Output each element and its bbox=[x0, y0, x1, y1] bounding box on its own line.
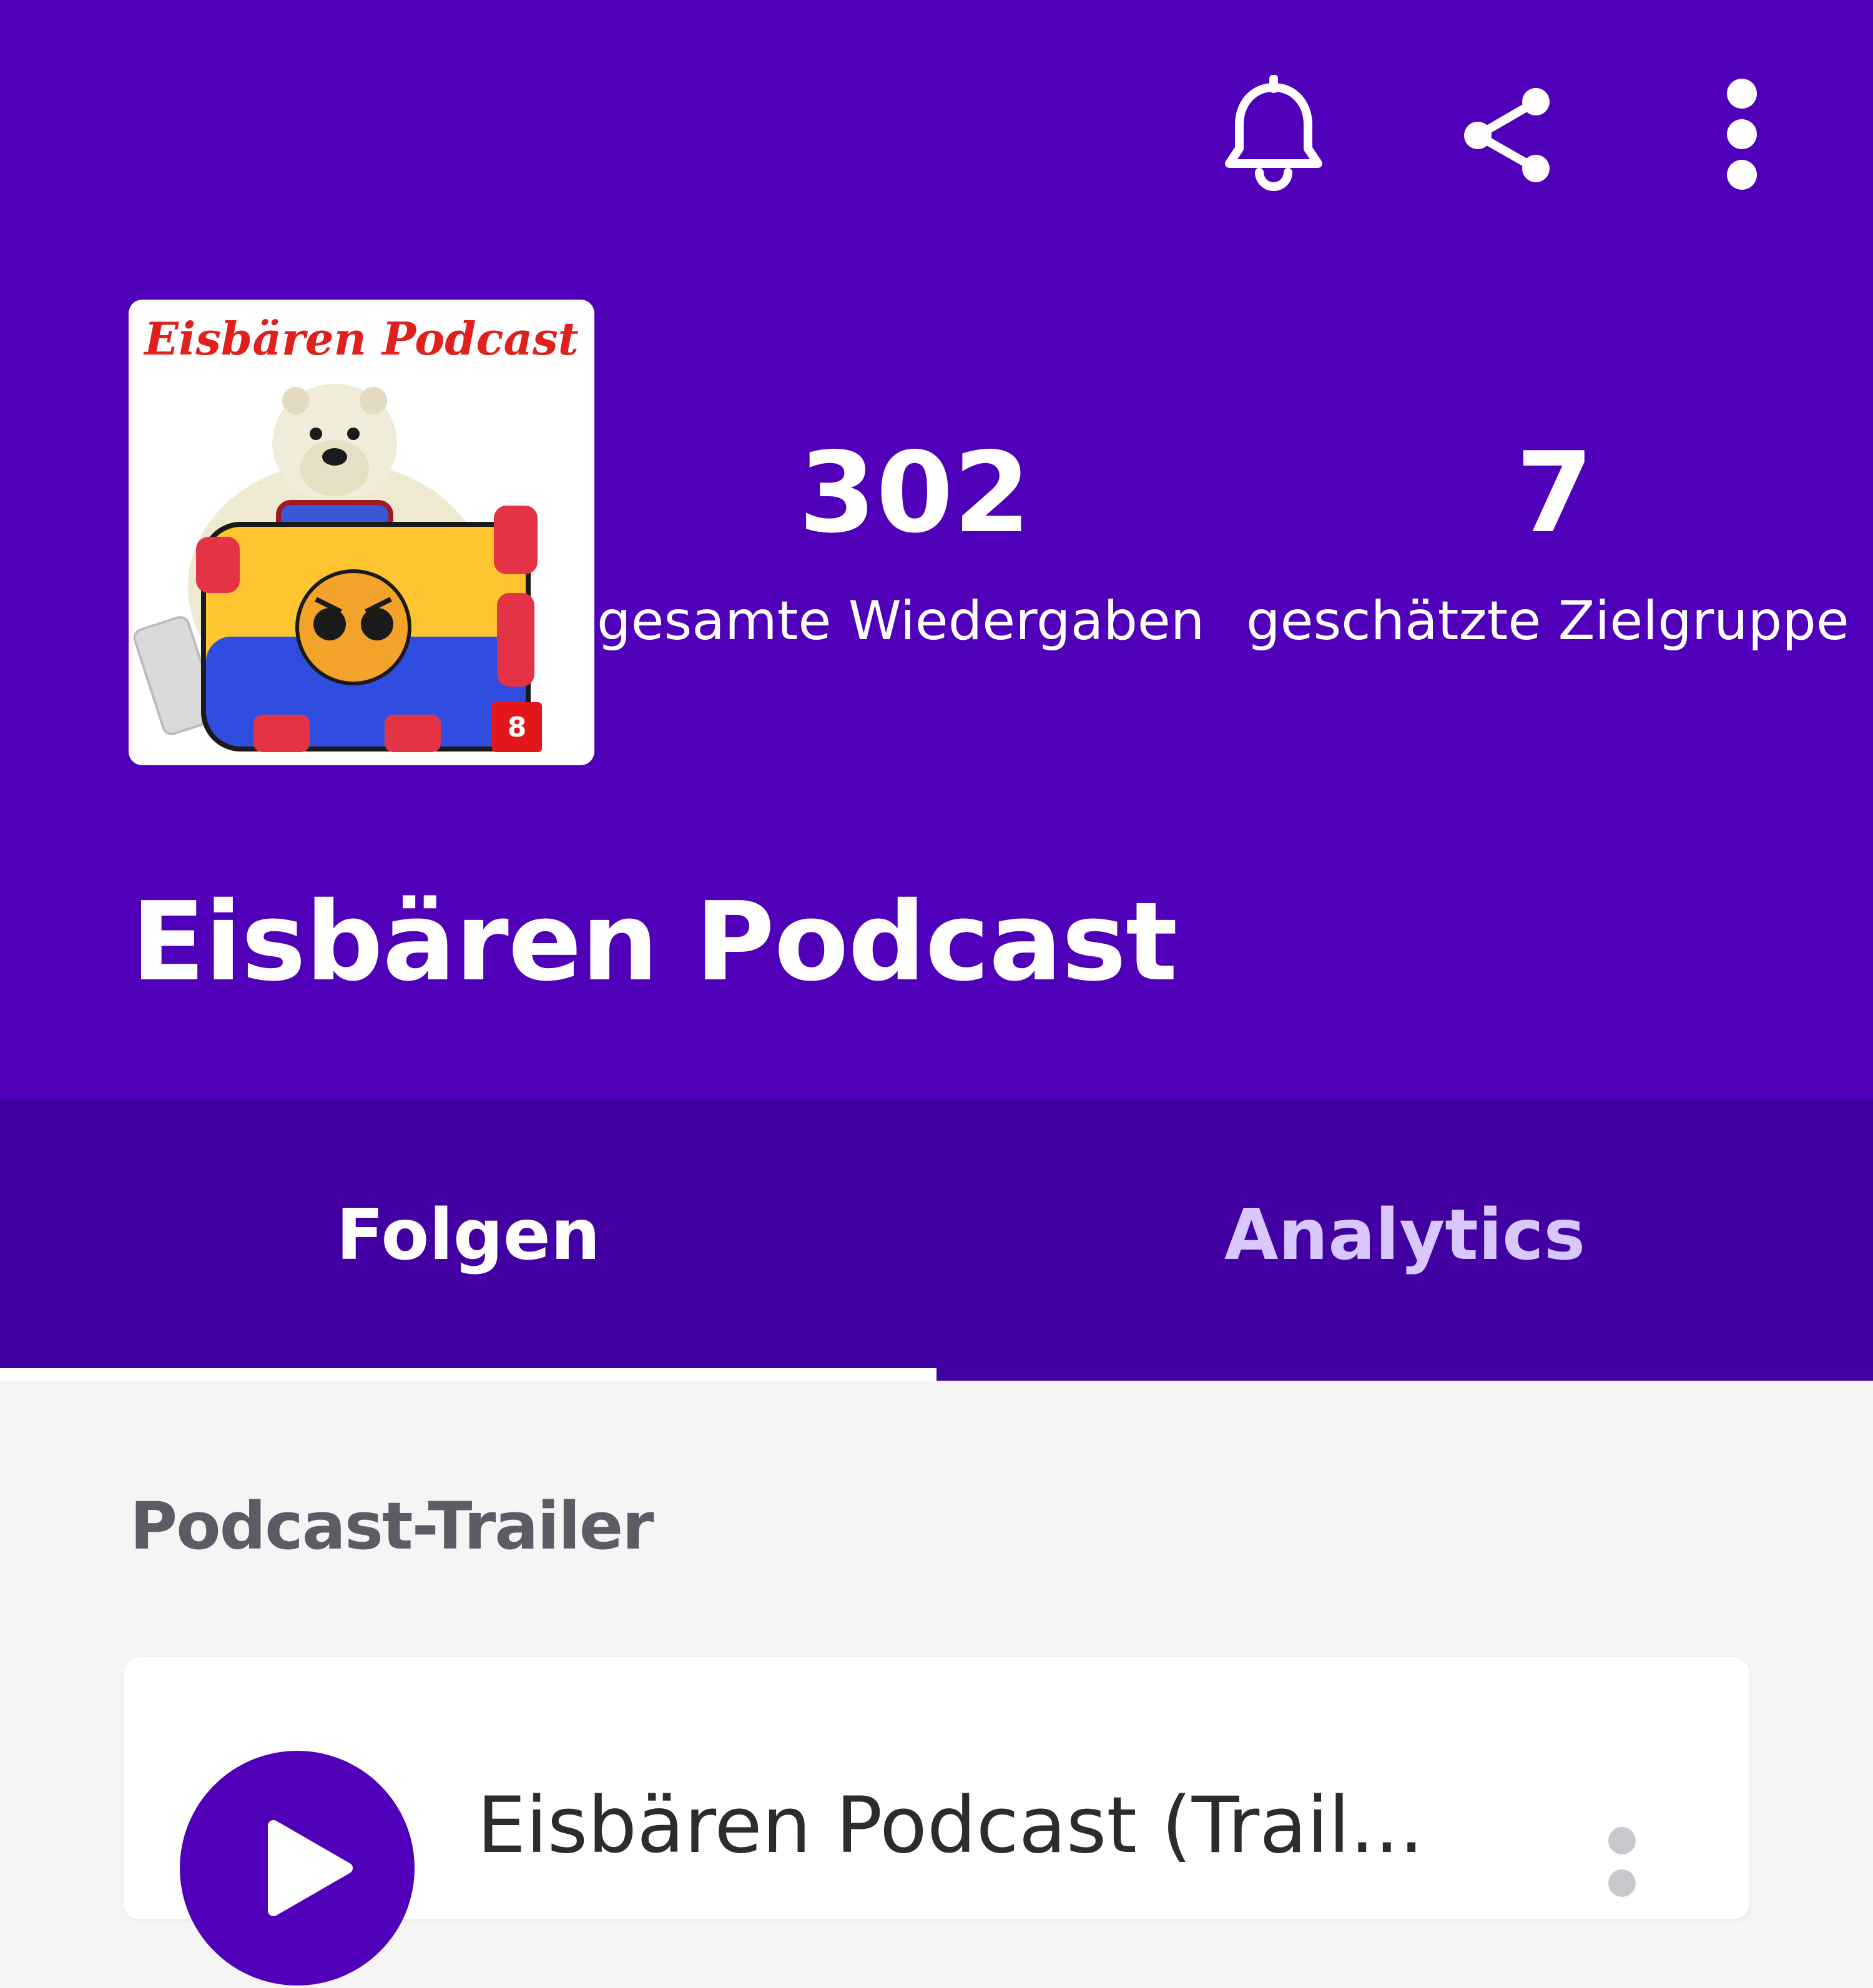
trailer-card[interactable]: Eisbären Podcast (Trail... bbox=[124, 1657, 1749, 1986]
cover-badge-text: 8 bbox=[508, 712, 527, 743]
share-icon[interactable] bbox=[1445, 69, 1570, 200]
podcast-header: Eisbären Podcast 8 302 gesamte Wiedergab… bbox=[0, 0, 1873, 1100]
audience-label: geschätzte Zielgruppe bbox=[1246, 590, 1849, 652]
total-plays-value: 302 bbox=[799, 428, 1031, 557]
episode-more-icon[interactable] bbox=[1578, 1813, 1666, 1907]
podcast-title: Eisbären Podcast bbox=[131, 879, 1177, 1006]
play-button[interactable] bbox=[180, 1751, 415, 1986]
active-tab-indicator bbox=[0, 1368, 936, 1381]
play-icon bbox=[268, 1820, 353, 1916]
total-plays-label: gesamte Wiedergaben bbox=[597, 590, 1205, 652]
tab-analytics[interactable]: Analytics bbox=[936, 1100, 1873, 1371]
tab-folgen[interactable]: Folgen bbox=[0, 1100, 936, 1371]
audience-value: 7 bbox=[1516, 428, 1593, 557]
more-vert-icon[interactable] bbox=[1679, 69, 1804, 200]
tab-bar: Folgen Analytics bbox=[0, 1100, 1873, 1381]
podcast-cover-image: Eisbären Podcast 8 bbox=[129, 300, 594, 765]
bell-icon[interactable] bbox=[1211, 69, 1336, 200]
cover-artwork: 8 bbox=[133, 384, 542, 752]
section-label-trailer: Podcast-Trailer bbox=[130, 1488, 654, 1564]
episode-title[interactable]: Eisbären Podcast (Trail... bbox=[477, 1782, 1423, 1869]
